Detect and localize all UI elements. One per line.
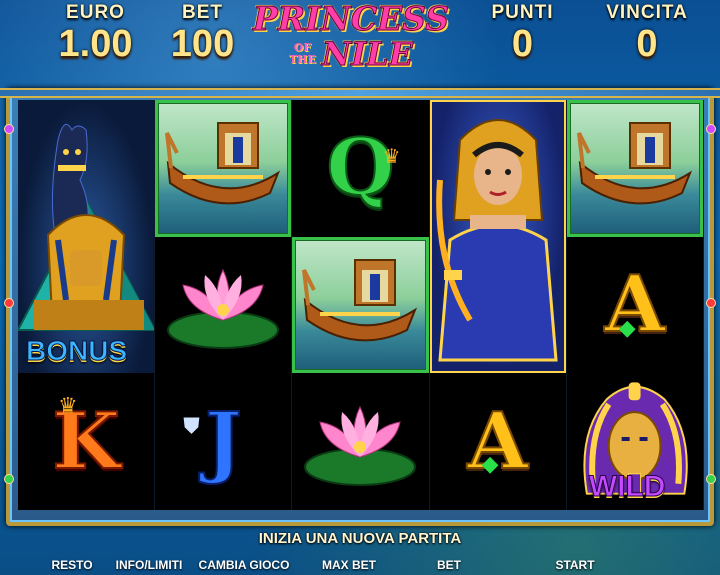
shield-icon: ⛊ xyxy=(183,413,200,439)
logo-nile: NILE xyxy=(321,35,414,73)
reel-frame-top-bar xyxy=(0,88,720,98)
bet-button[interactable]: BET xyxy=(394,556,504,575)
gem-icon xyxy=(706,474,716,484)
symbol-pharaoh-wild: WILD xyxy=(567,373,704,510)
euro-label: EURO xyxy=(66,2,125,23)
emerald-icon: ◆ xyxy=(618,314,636,340)
euro-credit: EURO 1.00 xyxy=(48,2,143,64)
vincita-display: VINCITA 0 xyxy=(592,2,702,64)
wild-label: WILD xyxy=(588,470,666,504)
game-logo: PRINCESS OF THE NILE xyxy=(246,0,456,78)
gem-icon xyxy=(4,298,14,308)
boat-icon xyxy=(165,122,281,205)
sphinx-bonus-icon xyxy=(18,123,155,331)
reel-grid: BONUS Q ♛ A ◆ K ♛ J ⛊ A ◆ WILD xyxy=(18,100,704,510)
bet-value: 100 xyxy=(170,23,235,65)
symbol-k: K ♛ xyxy=(18,373,156,510)
max-bet-button[interactable]: MAX BET xyxy=(294,556,404,575)
symbol-a: A ◆ xyxy=(430,373,567,510)
boat-icon xyxy=(576,122,692,205)
emerald-icon: ◆ xyxy=(481,451,499,477)
lotus-icon xyxy=(167,268,280,349)
crown-icon: ♛ xyxy=(382,146,401,168)
crown-icon: ♛ xyxy=(58,393,78,419)
header: EURO 1.00 BET 100 PRINCESS OF THE NILE P… xyxy=(0,0,720,88)
symbol-a: A ◆ xyxy=(567,236,704,374)
lotus-icon xyxy=(304,405,417,486)
symbol-q: Q ♛ xyxy=(292,100,430,237)
boat-icon xyxy=(302,258,418,342)
gem-icon xyxy=(706,298,716,308)
gem-icon xyxy=(4,124,14,134)
bonus-label: BONUS xyxy=(25,335,128,367)
gem-icon xyxy=(4,474,14,484)
symbol-lotus xyxy=(292,373,430,510)
symbol-boat xyxy=(292,236,430,374)
logo-princess: PRINCESS xyxy=(252,0,450,38)
status-message: INIZIA UNA NUOVA PARTITA xyxy=(258,530,462,547)
symbol-cleopatra xyxy=(429,100,567,374)
gem-icon xyxy=(706,124,716,134)
logo-the: THE xyxy=(288,53,316,66)
letter-j: J xyxy=(204,395,243,487)
symbol-j: J ⛊ xyxy=(155,373,293,510)
start-button[interactable]: START xyxy=(520,556,630,575)
punti-label: PUNTI xyxy=(491,2,554,23)
symbol-boat xyxy=(567,100,704,237)
vincita-label: VINCITA xyxy=(606,2,688,23)
cambia-gioco-button[interactable]: CAMBIA GIOCO xyxy=(184,556,304,575)
vincita-value: 0 xyxy=(636,23,658,65)
punti-display: PUNTI 0 xyxy=(475,2,570,64)
euro-value: 1.00 xyxy=(58,23,133,65)
punti-value: 0 xyxy=(511,23,534,65)
control-bar: RESTO INFO/LIMITI CAMBIA GIOCO MAX BET B… xyxy=(0,556,720,575)
info-limiti-button[interactable]: INFO/LIMITI xyxy=(104,556,194,575)
symbol-cat-sphinx-bonus: BONUS xyxy=(18,100,156,374)
symbol-boat xyxy=(155,100,293,237)
symbol-lotus xyxy=(155,236,293,374)
bet-label: BET xyxy=(182,2,223,23)
bet-display: BET 100 xyxy=(160,2,245,64)
cleopatra-icon xyxy=(435,119,558,362)
